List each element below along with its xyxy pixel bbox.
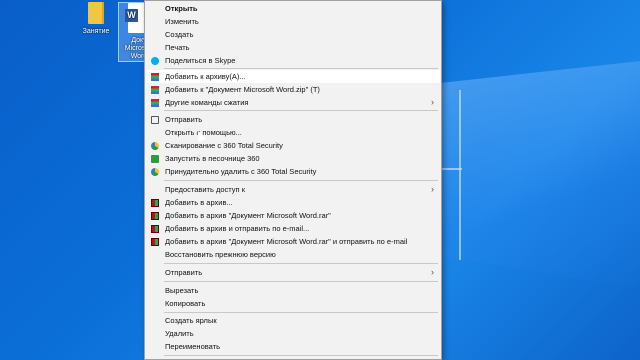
menu-item-other-compress[interactable]: Другие команды сжатия › [146, 96, 440, 109]
menu-item-label: Печать [165, 43, 190, 52]
menu-item-new[interactable]: Создать [146, 28, 440, 41]
rar-icon [151, 238, 159, 246]
menu-item-label: Запустить в песочнице 360 [165, 154, 260, 163]
360-icon [151, 142, 159, 150]
menu-item-print[interactable]: Печать [146, 41, 440, 54]
menu-item-label: Изменить [165, 17, 199, 26]
menu-item-label: Отправить [165, 115, 203, 124]
menu-item-label: Добавить к архиву(A)... [165, 72, 246, 81]
menu-separator [164, 68, 438, 69]
menu-item-rar-add-named-email[interactable]: Добавить в архив "Документ Microsoft Wor… [146, 235, 440, 248]
menu-item-label: Поделиться в Skype [165, 56, 236, 65]
menu-item-edit[interactable]: Изменить [146, 15, 440, 28]
menu-separator [164, 355, 438, 356]
menu-item-label: Добавить в архив... [165, 198, 233, 207]
menu-item-sandbox-360[interactable]: Запустить в песочнице 360 [146, 152, 440, 165]
menu-separator [164, 180, 438, 181]
menu-item-label: Добавить в архив "Документ Microsoft Wor… [165, 237, 408, 246]
sandbox-icon [151, 155, 159, 163]
rar-icon [151, 199, 159, 207]
chevron-right-icon: › [431, 267, 434, 277]
menu-item-scan-360[interactable]: Сканирование с 360 Total Security [146, 139, 440, 152]
menu-item-label: Добавить к "Документ Microsoft Word.zip"… [165, 85, 320, 94]
winrar-icon [151, 99, 159, 107]
menu-item-create-shortcut[interactable]: Создать ярлык [146, 314, 440, 327]
folder-icon [88, 2, 104, 24]
menu-item-label: Предоставить доступ к [165, 185, 245, 194]
skype-icon [151, 57, 159, 65]
desktop-icon-label: Занятие [82, 28, 110, 35]
winrar-icon [151, 86, 159, 94]
windows-logo-glow [440, 60, 640, 290]
menu-separator [164, 281, 438, 282]
windows-logo-pane-line [442, 168, 462, 170]
menu-item-rar-add-named[interactable]: Добавить в архив "Документ Microsoft Wor… [146, 209, 440, 222]
menu-item-rar-add-email[interactable]: Добавить в архив и отправить по e-mail..… [146, 222, 440, 235]
menu-item-open[interactable]: Открыть [146, 2, 440, 15]
menu-item-label: Принудительно удалить с 360 Total Securi… [165, 167, 317, 176]
menu-item-label: Сканирование с 360 Total Security [165, 141, 283, 150]
menu-item-label: Удалить [165, 329, 194, 338]
menu-item-cut[interactable]: Вырезать [146, 284, 440, 297]
menu-item-label: Вырезать [165, 286, 199, 295]
menu-item-label: Открыть [165, 4, 198, 13]
share-icon [151, 116, 159, 124]
360-icon [151, 168, 159, 176]
chevron-right-icon: › [431, 97, 434, 107]
winrar-icon [151, 73, 159, 81]
menu-item-label: Добавить в архив и отправить по e-mail..… [165, 224, 310, 233]
menu-item-add-to-zip[interactable]: Добавить к "Документ Microsoft Word.zip"… [146, 83, 440, 96]
menu-item-label: Переименовать [165, 342, 220, 351]
word-badge-icon: W [125, 9, 138, 22]
menu-item-give-access[interactable]: Предоставить доступ к › [146, 183, 440, 196]
rar-icon [151, 212, 159, 220]
menu-item-copy[interactable]: Копировать [146, 297, 440, 310]
menu-separator [164, 263, 438, 264]
menu-item-label: Создать [165, 30, 194, 39]
menu-item-label: Создать ярлык [165, 316, 217, 325]
menu-item-restore-version[interactable]: Восстановить прежнюю версию [146, 248, 440, 261]
menu-item-label: Добавить в архив "Документ Microsoft Wor… [165, 211, 331, 220]
menu-separator [164, 312, 438, 313]
menu-item-rar-add[interactable]: Добавить в архив... [146, 196, 440, 209]
menu-item-send[interactable]: Отправить [146, 113, 440, 126]
menu-item-add-to-archive[interactable]: Добавить к архиву(A)... [146, 70, 440, 83]
windows-logo-pane-line [459, 90, 461, 260]
menu-item-label: Копировать [165, 299, 206, 308]
rar-icon [151, 225, 159, 233]
menu-item-rename[interactable]: Переименовать [146, 340, 440, 353]
menu-item-delete[interactable]: Удалить [146, 327, 440, 340]
chevron-right-icon: › [431, 184, 434, 194]
menu-item-label: Восстановить прежнюю версию [165, 250, 276, 259]
menu-item-share-skype[interactable]: Поделиться в Skype [146, 54, 440, 67]
context-menu: Открыть Изменить Создать Печать Поделить… [144, 0, 442, 360]
menu-item-label: Другие команды сжатия [165, 98, 249, 107]
menu-item-send-to[interactable]: Отправить › [146, 266, 440, 279]
desktop-icon-folder[interactable]: Занятие [76, 2, 116, 36]
menu-separator [164, 110, 438, 111]
menu-item-label: Отправить [165, 268, 203, 277]
menu-item-force-delete-360[interactable]: Принудительно удалить с 360 Total Securi… [146, 165, 440, 178]
menu-item-open-with[interactable]: Открыть с помощью... [146, 126, 440, 139]
